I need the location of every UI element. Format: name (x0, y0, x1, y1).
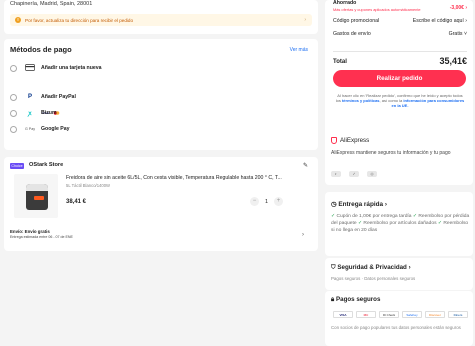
legal-text: Al hacer clic en 'Realizar pedido', conf… (335, 93, 465, 108)
order-summary-card: Ahorrado Más ofertas y cupones aplicados… (325, 0, 473, 139)
benefit-text: Cupón de 1,00€ por entrega tardía (336, 214, 412, 219)
store-card: Choice OStark Store ✎ Freidora de aire s… (4, 157, 318, 251)
payment-option-label: Añadir PayPal (41, 94, 76, 100)
warning-text: Por favor, actualiza tu dirección para r… (25, 17, 134, 23)
secure-payments-title-text: Pagos seguros (336, 296, 381, 303)
savings-amount: -3,00€ (449, 5, 464, 11)
toggle-icon: ◐ (331, 171, 341, 177)
check-icon: ✓ (331, 214, 336, 219)
radio-button[interactable] (10, 125, 17, 133)
fast-delivery-title-text: Entrega rápida (338, 201, 384, 208)
fast-delivery-title[interactable]: ◷ Entrega rápida › (331, 200, 387, 208)
address-warning[interactable]: ! Por favor, actualiza tu dirección para… (10, 14, 312, 26)
payment-methods-card: Métodos de pago Ver más Añadir una tarje… (4, 39, 318, 150)
fryer-handle (34, 196, 44, 200)
store-name[interactable]: OStark Store (29, 162, 63, 168)
verified-icon: ✓ (349, 171, 359, 177)
google-pay-icon: G Pay (25, 127, 35, 131)
payment-option-google-pay[interactable]: G Pay Google Pay (10, 123, 70, 135)
shipping-value: Gratis ˅ (448, 31, 467, 37)
place-order-button[interactable]: Realizar pedido (333, 70, 466, 87)
check-icon: ✓ (412, 214, 417, 219)
chevron-right-icon[interactable]: › (302, 232, 304, 238)
mastercard-logo: MC (356, 311, 376, 318)
paypal-icon: P (27, 94, 32, 100)
fast-delivery-card[interactable]: ◷ Entrega rápida › ✓ Cupón de 1,00€ por … (325, 192, 473, 256)
fast-delivery-benefits: ✓ Cupón de 1,00€ por entrega tardía ✓ Re… (331, 214, 471, 234)
savings-label: Ahorrado (333, 0, 357, 6)
aliexpress-title: AliExpress (331, 137, 369, 144)
check-icon: ✓ (437, 220, 443, 226)
promo-code-row[interactable]: Código promocional Escribe el código aqu… (333, 18, 467, 24)
protect-icon: ◎ (367, 171, 377, 177)
payment-option-bizum[interactable]: ꭗ Bizum (10, 107, 57, 119)
choice-badge: Choice (10, 163, 24, 169)
shipping-amount: Gratis (448, 31, 463, 37)
visa-logo: VISA (333, 311, 353, 318)
shield-check-icon: ⛉ (331, 264, 336, 271)
security-privacy-card[interactable]: ⛉ Seguridad & Privacidad › Pagos seguros… (325, 258, 473, 290)
discover-logo: Discover (425, 311, 445, 318)
eu-consumer-info-link[interactable]: información para consumidores en la UE. (392, 98, 465, 108)
warning-icon: ! (15, 17, 21, 23)
shield-icon (331, 137, 337, 144)
bizum-icon: ꭗ (28, 111, 32, 117)
product-title[interactable]: Freidora de aire sin aceite 6L/5L, Con c… (66, 175, 312, 181)
address-card: Chapinería, Madrid, Spain, 28001 ! Por f… (4, 0, 318, 34)
check-icon: ✓ (357, 220, 363, 226)
security-title[interactable]: ⛉ Seguridad & Privacidad › (331, 264, 411, 272)
decrease-button[interactable]: − (250, 197, 259, 206)
shipping-title: Envío: Envío gratis (10, 229, 50, 234)
security-sub: Pagos seguros · Datos personales seguros (331, 276, 416, 281)
quantity-value: 1 (265, 198, 269, 205)
payment-option-label: Google Pay (41, 126, 70, 132)
secure-payments-card: 🔒︎ Pagos seguros VISA MC ID Check SafeKe… (325, 291, 473, 346)
increase-button[interactable]: + (274, 197, 284, 206)
aliexpress-safety-card: AliExpress AliExpress mantiene seguros t… (325, 131, 473, 185)
id-check-logo: ID Check (379, 311, 399, 318)
see-more-link[interactable]: Ver más (290, 47, 308, 53)
payment-option-label: Bizum (41, 110, 57, 116)
safekey-logo: SafeKey (402, 311, 422, 318)
savings-sub: Más ofertas y cupones aplicados automáti… (333, 7, 421, 12)
shipping-date: Entrega estimada entre 06 - 07 de ENE (10, 235, 73, 239)
terms-link[interactable]: términos y políticas (342, 98, 380, 103)
promo-input[interactable]: Escribe el código aquí › (413, 18, 467, 24)
fryer-top (26, 184, 48, 191)
payment-option-card[interactable]: Añadir una tarjeta nueva (10, 62, 102, 74)
quantity-stepper: − 1 + (250, 197, 284, 206)
radio-button[interactable] (10, 64, 17, 72)
product-image[interactable] (14, 174, 58, 218)
clock-icon: ◷ (331, 201, 337, 208)
chevron-right-icon: › (304, 17, 306, 23)
product-price: 38,41 € (66, 199, 87, 205)
total-value: 35,41€ (439, 56, 467, 66)
security-title-text: Seguridad & Privacidad (337, 264, 407, 271)
promo-label: Código promocional (333, 18, 380, 24)
shipping-cost-row[interactable]: Gastos de envío Gratis ˅ (333, 31, 467, 37)
radio-button[interactable] (10, 109, 17, 117)
security-icons: ◐ ✓ ◎ (331, 171, 377, 177)
promo-value: Escribe el código aquí (412, 18, 464, 24)
total-label: Total (333, 59, 347, 65)
credit-card-icon (23, 63, 37, 73)
product-variant[interactable]: 5L Táctil Blanco/1400W (66, 183, 110, 188)
shipping-label: Gastos de envío (333, 31, 371, 37)
payment-title: Métodos de pago (10, 45, 72, 54)
diners-logo: Diners (448, 311, 468, 318)
aliexpress-desc: AliExpress mantiene seguros tu informaci… (331, 150, 451, 156)
payment-option-paypal[interactable]: P Añadir PayPal (10, 91, 76, 103)
payment-option-label: Añadir una tarjeta nueva (41, 65, 102, 71)
savings-value[interactable]: -3,00€ › (450, 5, 467, 11)
secure-payments-title: 🔒︎ Pagos seguros (331, 296, 380, 304)
aliexpress-title-text: AliExpress (340, 137, 370, 144)
secure-payments-desc: Con socios de pago populares tus datos p… (331, 325, 461, 330)
benefit-text: Reembolso por artículos dañados (363, 220, 437, 226)
payment-logos: VISA MC ID Check SafeKey Discover Diners (333, 311, 468, 318)
radio-button[interactable] (10, 93, 17, 101)
edit-icon[interactable]: ✎ (303, 162, 308, 169)
divider (333, 51, 467, 52)
address-line: Chapinería, Madrid, Spain, 28001 (10, 1, 93, 7)
lock-icon: 🔒︎ (331, 296, 335, 303)
